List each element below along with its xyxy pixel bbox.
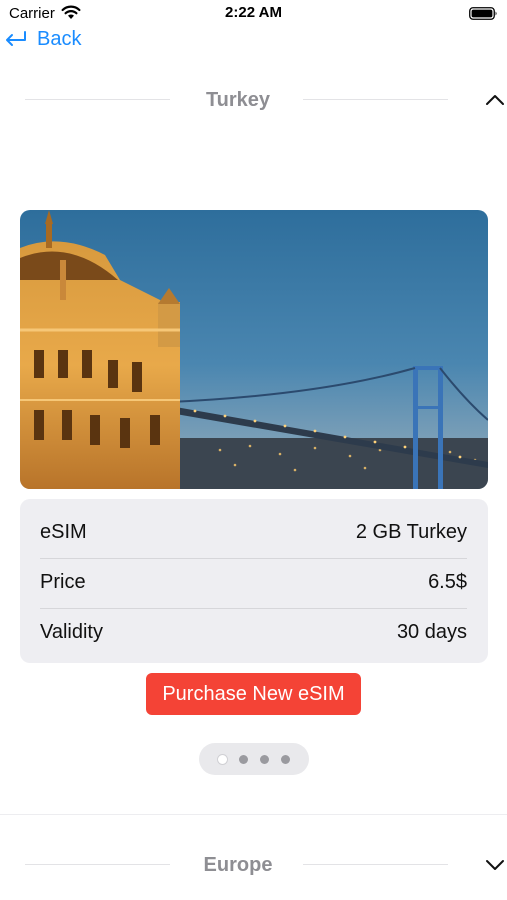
page-dot[interactable]	[281, 754, 290, 764]
destination-photo	[20, 210, 488, 489]
plan-row-price: Price 6.5$	[40, 557, 467, 607]
clock: 2:22 AM	[225, 4, 282, 21]
section-header-europe[interactable]: Europe	[0, 850, 507, 880]
section-header-turkey[interactable]: Turkey	[0, 85, 507, 115]
divider-line	[303, 864, 448, 865]
row-value: 2 GB Turkey	[355, 520, 467, 543]
screen: Carrier 2:22 AM Back Turkey eSIM 2 GB Tu…	[0, 0, 507, 900]
plan-row-esim: eSIM 2 GB Turkey	[40, 507, 467, 557]
section-title: Turkey	[205, 89, 271, 111]
page-dot[interactable]	[260, 754, 269, 764]
section-title: Europe	[203, 854, 273, 876]
page-indicator[interactable]	[199, 743, 309, 775]
back-label: Back	[37, 27, 82, 50]
chevron-up-icon[interactable]	[484, 92, 506, 108]
plan-details-card: eSIM 2 GB Turkey Price 6.5$ Validity 30 …	[20, 499, 488, 663]
battery-icon	[469, 7, 497, 20]
purchase-esim-button[interactable]: Purchase New eSIM	[146, 673, 361, 715]
page-dot[interactable]	[239, 754, 248, 764]
row-value: 30 days	[396, 620, 467, 643]
row-label: Validity	[40, 620, 103, 643]
status-bar: Carrier 2:22 AM	[0, 0, 507, 26]
page-dot-active[interactable]	[218, 754, 227, 764]
back-button[interactable]: Back	[4, 26, 81, 52]
back-arrow-icon	[6, 31, 26, 46]
row-label: eSIM	[40, 520, 87, 543]
row-label: Price	[40, 570, 86, 593]
plan-row-validity: Validity 30 days	[40, 607, 467, 657]
row-value: 6.5$	[428, 570, 467, 593]
section-separator	[0, 814, 507, 815]
divider-line	[303, 99, 448, 100]
chevron-down-icon[interactable]	[484, 857, 506, 873]
